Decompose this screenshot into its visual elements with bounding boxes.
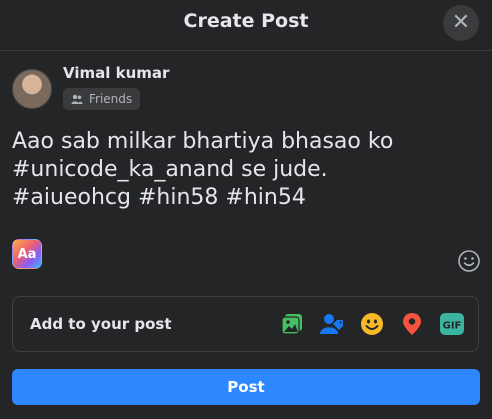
dialog-header: Create Post ✕	[0, 0, 492, 51]
emoji-picker-icon[interactable]	[457, 249, 481, 273]
audience-label: Friends	[89, 92, 133, 106]
tag-people-button[interactable]	[319, 311, 345, 337]
text-background-button[interactable]: Aa	[12, 239, 42, 269]
audience-selector[interactable]: Friends	[63, 88, 141, 110]
add-to-post-bar: Add to your post GIF	[12, 296, 479, 352]
tag-people-icon	[320, 314, 343, 334]
friends-icon	[71, 94, 83, 104]
post-text-input[interactable]: Aao sab milkar bhartiya bhasao ko #unico…	[12, 128, 472, 212]
check-in-icon	[403, 313, 421, 335]
gif-button[interactable]: GIF	[439, 311, 465, 337]
gif-icon: GIF	[440, 313, 464, 335]
feeling-icon	[361, 313, 383, 335]
post-button[interactable]: Post	[12, 369, 480, 405]
feeling-activity-button[interactable]	[359, 311, 385, 337]
user-name: Vimal kumar	[63, 64, 170, 82]
close-icon: ✕	[451, 10, 471, 35]
add-to-post-label: Add to your post	[30, 315, 172, 333]
avatar	[12, 69, 52, 109]
check-in-button[interactable]	[399, 311, 425, 337]
svg-text:GIF: GIF	[443, 321, 462, 332]
photo-video-button[interactable]	[279, 311, 305, 337]
close-button[interactable]: ✕	[443, 5, 479, 41]
text-format-icon: Aa	[17, 246, 37, 262]
photo-video-icon	[281, 314, 302, 335]
dialog-title: Create Post	[183, 10, 309, 32]
